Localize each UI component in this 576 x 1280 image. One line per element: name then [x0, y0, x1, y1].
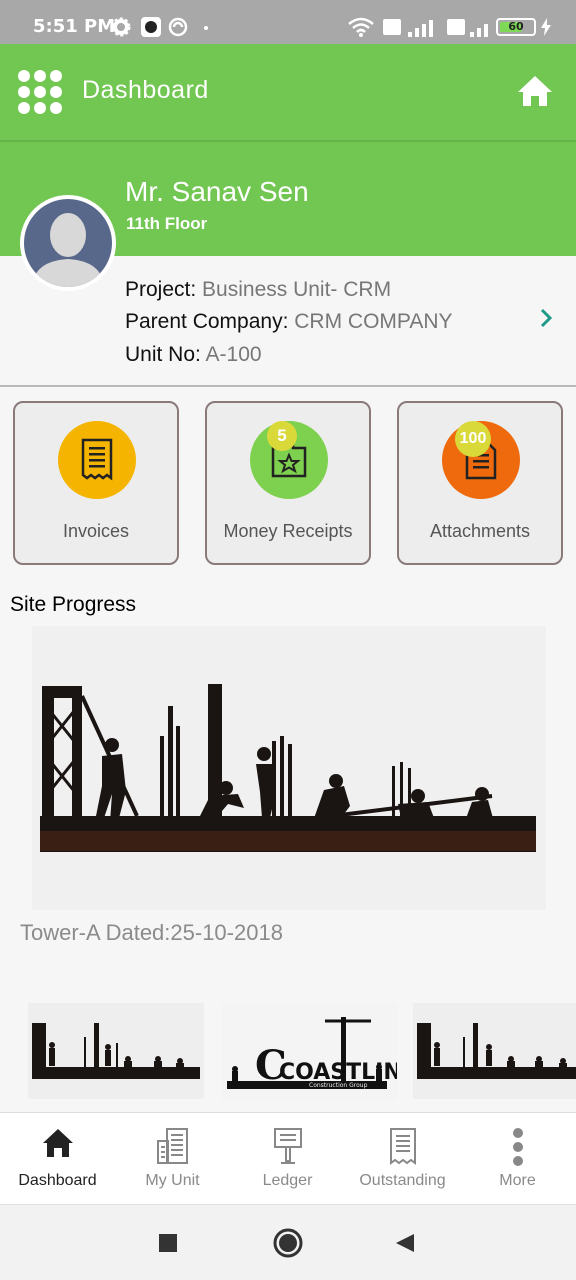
company-logo-thumbnail[interactable]: C COASTLINE Construction Group [221, 1003, 397, 1099]
status-time: 5:51 PM [33, 16, 116, 37]
attachments-label: Attachments [429, 521, 531, 541]
project-value: Business Unit- CRM [202, 278, 392, 301]
invoice-icon [81, 438, 113, 481]
nav-label: Ledger [262, 1172, 313, 1189]
status-bar: 5:51 PM 60 [0, 0, 576, 44]
signal-icon [470, 24, 488, 37]
user-floor: 11th Floor [126, 214, 208, 233]
nav-label: Dashboard [18, 1172, 97, 1189]
recents-icon[interactable] [158, 1233, 178, 1253]
invoices-icon-circle [58, 421, 136, 499]
back-icon[interactable] [394, 1232, 416, 1254]
dot-icon [204, 26, 208, 30]
home-circle-icon[interactable] [272, 1227, 304, 1259]
invoices-card[interactable]: Invoices [13, 401, 179, 565]
chevron-right-icon[interactable] [538, 306, 556, 330]
more-vertical-icon [512, 1128, 523, 1166]
outstanding-icon [389, 1128, 416, 1165]
battery-icon: 60 [496, 18, 536, 36]
notification-badge: 5 [267, 421, 297, 451]
bottom-navigation: Dashboard My Unit Ledger Outstanding Mor… [0, 1112, 576, 1204]
attachments-card[interactable]: 100 Attachments [397, 401, 563, 565]
coastline-logo: C COASTLINE Construction Group [227, 1017, 397, 1089]
construction-silhouette-image [40, 684, 536, 852]
nav-label: Outstanding [359, 1172, 446, 1189]
nav-dashboard[interactable]: Dashboard [0, 1113, 115, 1205]
project-row: Project: Business Unit- CRM [125, 278, 391, 302]
project-label: Project: [125, 278, 197, 301]
nav-label: My Unit [145, 1172, 200, 1189]
company-row: Parent Company: CRM COMPANY [125, 310, 453, 334]
nav-my-unit[interactable]: My Unit [115, 1113, 230, 1205]
invoices-label: Invoices [62, 521, 130, 541]
nav-label: More [499, 1172, 536, 1189]
site-thumbnail[interactable] [28, 1003, 204, 1099]
nav-ledger[interactable]: Ledger [230, 1113, 345, 1205]
volte-icon [383, 19, 401, 35]
signal-icon [408, 20, 433, 37]
site-thumbnail[interactable] [413, 1003, 576, 1099]
ledger-icon [273, 1128, 302, 1164]
avatar [20, 195, 116, 291]
volte-icon [447, 19, 465, 35]
site-progress-image[interactable] [32, 626, 546, 910]
construction-thumbnail-image [32, 1023, 200, 1079]
battery-level: 60 [508, 20, 524, 33]
sync-icon [168, 17, 188, 37]
notification-badge: 100 [455, 421, 491, 457]
company-label: Parent Company: [125, 310, 289, 333]
user-name: Mr. Sanav Sen [125, 176, 309, 207]
gear-icon [111, 17, 131, 37]
logo-subtext: Construction Group [309, 1082, 368, 1089]
site-progress-caption: Tower-A Dated:25-10-2018 [20, 920, 283, 945]
construction-thumbnail-image [417, 1023, 576, 1079]
money-receipts-label: Money Receipts [223, 521, 353, 541]
page-title: Dashboard [82, 76, 209, 104]
home-icon[interactable] [516, 74, 554, 108]
site-progress-title: Site Progress [10, 593, 137, 616]
grid-menu-icon[interactable] [18, 70, 62, 114]
home-icon [42, 1129, 73, 1157]
system-navigation-bar [0, 1204, 576, 1280]
building-icon [156, 1128, 188, 1164]
charging-icon [541, 18, 551, 36]
divider [0, 385, 576, 387]
person-silhouette-icon [32, 213, 104, 287]
company-value: CRM COMPANY [294, 310, 453, 333]
unit-label: Unit No: [125, 343, 201, 366]
wifi-icon [348, 17, 374, 37]
nav-more[interactable]: More [460, 1113, 575, 1205]
unit-row: Unit No: A-100 [125, 343, 262, 367]
money-receipts-card[interactable]: 5 Money Receipts [205, 401, 371, 565]
app-bar: Dashboard [0, 44, 576, 140]
nav-outstanding[interactable]: Outstanding [345, 1113, 460, 1205]
app-icon [141, 17, 161, 37]
unit-value: A-100 [205, 343, 262, 366]
